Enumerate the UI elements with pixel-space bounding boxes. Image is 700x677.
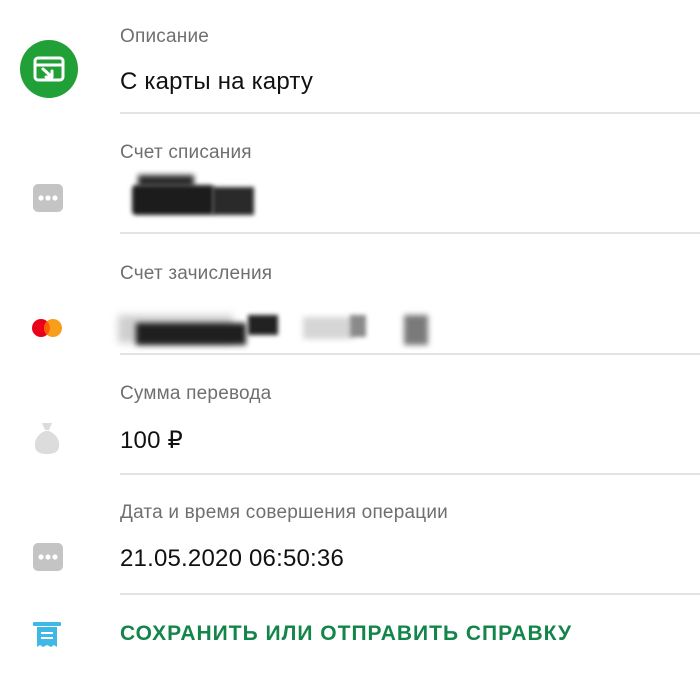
datetime-row: Дата и время совершения операции 21.05.2…	[0, 475, 700, 595]
more-icon	[33, 184, 63, 212]
amount-row: Сумма перевода 100 ₽	[0, 355, 700, 475]
credit-account-row: Счет зачисления	[0, 235, 700, 355]
credit-account-label: Счет зачисления	[120, 263, 273, 284]
description-label: Описание	[120, 26, 210, 47]
divider	[120, 232, 700, 234]
divider	[120, 112, 700, 114]
redacted-account-mask	[118, 307, 430, 355]
money-bag-icon	[34, 423, 60, 454]
datetime-value: 21.05.2020 06:50:36	[120, 545, 345, 572]
divider	[120, 593, 700, 595]
more-icon	[33, 543, 63, 571]
save-or-send-receipt-button[interactable]: СОХРАНИТЬ ИЛИ ОТПРАВИТЬ СПРАВКУ	[120, 622, 572, 646]
redacted-account-mask	[118, 173, 258, 221]
debit-account-row: Счет списания	[0, 115, 700, 235]
debit-account-label: Счет списания	[120, 142, 252, 163]
description-value: С карты на карту	[120, 68, 314, 95]
mastercard-icon	[32, 319, 62, 337]
amount-label: Сумма перевода	[120, 383, 272, 404]
receipt-icon[interactable]	[33, 622, 61, 650]
datetime-label: Дата и время совершения операции	[120, 502, 448, 523]
card-transfer-icon	[20, 40, 78, 98]
amount-value: 100 ₽	[120, 427, 183, 454]
description-row: Описание С карты на карту	[0, 0, 700, 115]
